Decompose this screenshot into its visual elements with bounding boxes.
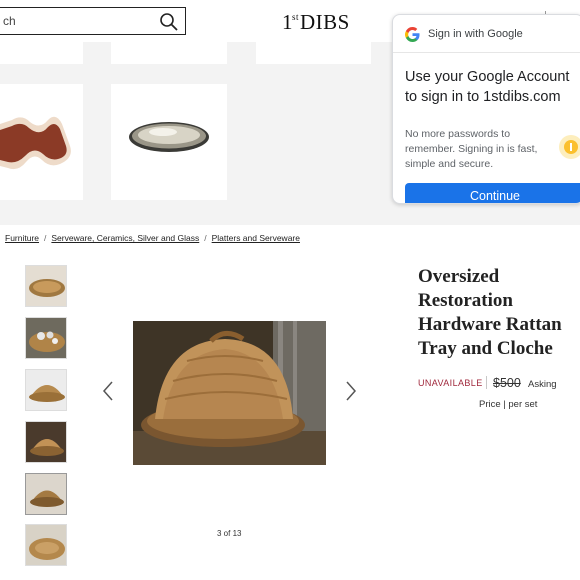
recommendation-card[interactable] (0, 42, 83, 64)
asking-label: Asking (528, 379, 557, 390)
product-title: Oversized Restoration Hardware Rattan Tr… (418, 266, 562, 359)
previous-image-arrow-icon[interactable] (101, 380, 115, 402)
image-counter: 3 of 13 (217, 529, 242, 538)
breadcrumb-separator: / (44, 233, 47, 243)
rattan-cloche-image (133, 321, 326, 465)
main-product-image[interactable] (133, 321, 326, 465)
breadcrumb-separator: / (204, 233, 207, 243)
product-price: $500 (493, 376, 521, 390)
thumbnail-image (26, 525, 66, 565)
recommendation-card[interactable] (111, 42, 227, 64)
site-logo[interactable]: 1stDIBS (282, 10, 350, 35)
recommendation-card[interactable] (111, 84, 227, 200)
recommendation-card[interactable] (256, 42, 371, 64)
gallery-thumbnail[interactable] (25, 524, 67, 566)
logo-part-2: DIBS (300, 10, 350, 34)
silver-platter-image (129, 122, 209, 152)
logo-superscript: st (292, 12, 300, 22)
wavy-tray-image (0, 116, 71, 170)
breadcrumb-item-furniture[interactable]: Furniture (5, 233, 39, 243)
thumbnail-image (26, 370, 66, 410)
breadcrumb: Furniture / Serveware, Ceramics, Silver an… (5, 233, 300, 243)
breadcrumb-item-platters[interactable]: Platters and Serveware (212, 233, 300, 243)
search-input-text[interactable]: ch (3, 14, 16, 28)
gallery-thumbnail[interactable] (25, 317, 67, 359)
recommendation-card[interactable] (0, 84, 83, 200)
price-divider (486, 376, 487, 389)
status-badge: UNAVAILABLE (418, 378, 483, 388)
google-popup-description: No more passwords to remember. Signing i… (405, 128, 538, 170)
thumbnail-image (26, 266, 66, 306)
gallery-thumbnail[interactable] (25, 265, 67, 307)
google-signin-popup: Sign in with Google Use your Google Acco… (392, 14, 580, 204)
search-icon[interactable] (159, 12, 179, 32)
gallery-thumbnail[interactable] (25, 369, 67, 411)
google-g-icon (405, 27, 420, 42)
breadcrumb-item-serveware[interactable]: Serveware, Ceramics, Silver and Glass (51, 233, 199, 243)
google-popup-heading: Use your Google Account to sign in to 1s… (405, 69, 570, 105)
key-icon (559, 135, 580, 159)
google-popup-header: Sign in with Google (393, 15, 580, 53)
thumbnail-image (26, 318, 66, 358)
next-image-arrow-icon[interactable] (344, 380, 358, 402)
google-popup-title: Sign in with Google (428, 28, 523, 40)
gallery-thumbnail[interactable] (25, 421, 67, 463)
gallery-thumbnail-active[interactable] (25, 473, 67, 515)
thumbnail-image (26, 474, 66, 514)
thumbnail-image (26, 422, 66, 462)
price-unit: Price | per set (479, 399, 538, 410)
search-input[interactable]: ch (0, 7, 186, 35)
continue-button[interactable]: Continue (405, 183, 580, 203)
